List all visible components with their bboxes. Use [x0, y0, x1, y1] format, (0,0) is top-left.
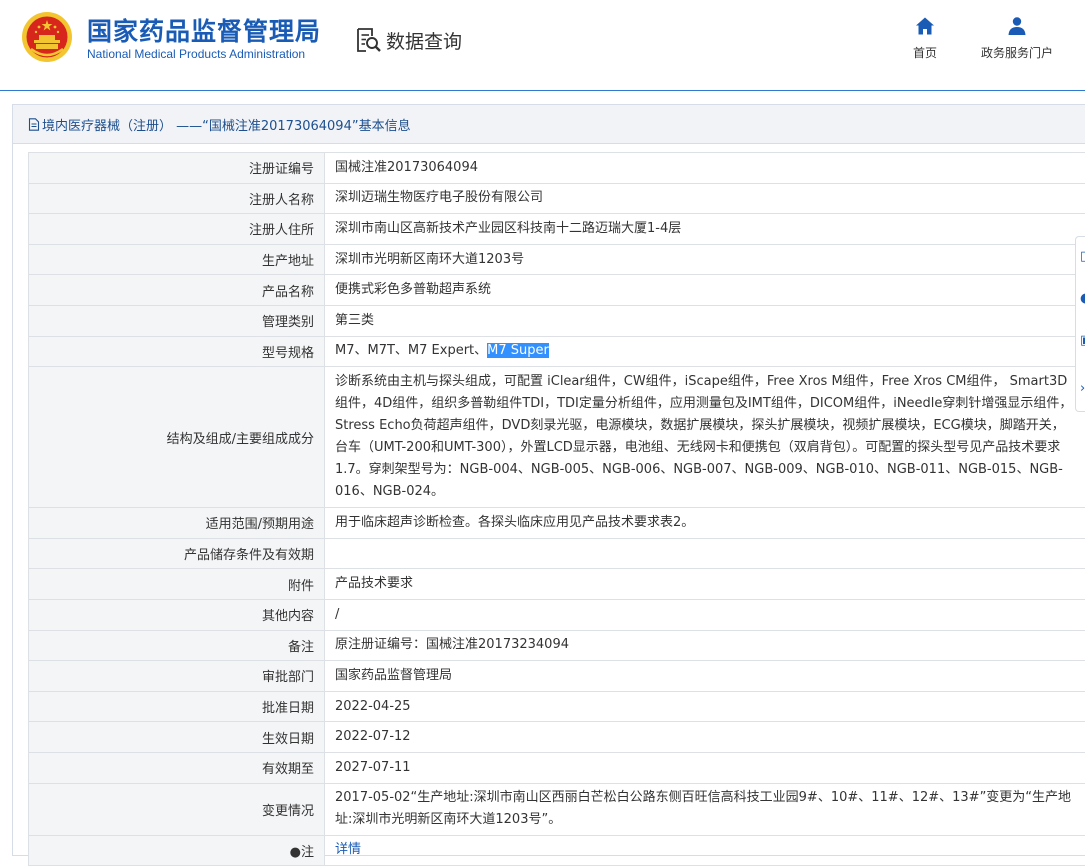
nav-home-label: 首页	[913, 44, 937, 61]
chevron-right-icon[interactable]: ›	[1080, 383, 1085, 395]
row-label: 审批部门	[29, 661, 325, 692]
side-toolbar[interactable]: □ ● ▣ ›	[1075, 236, 1085, 412]
user-icon	[1007, 16, 1027, 36]
table-row: 适用范围/预期用途 用于临床超声诊断检查。各探头临床应用见产品技术要求表2。	[29, 508, 1085, 539]
info-table: 注册证编号 国械注准20173064094 注册人名称 深圳迈瑞生物医疗电子股份…	[28, 152, 1085, 866]
nav-portal-link[interactable]: 政务服务门户	[981, 16, 1053, 61]
table-row: 管理类别 第三类	[29, 305, 1085, 336]
row-label: 生效日期	[29, 722, 325, 753]
note-label: 注	[301, 845, 314, 860]
row-value: M7、M7T、M7 Expert、M7 Super	[325, 336, 1085, 367]
site-title-en[interactable]: National Medical Products Administration	[87, 47, 305, 61]
row-value: 深圳市南山区高新技术产业园区科技南十二路迈瑞大厦1-4层	[325, 214, 1085, 245]
row-value: 诊断系统由主机与探头组成，可配置 iClear组件，CW组件，iScape组件，…	[325, 367, 1085, 508]
national-emblem[interactable]	[21, 11, 73, 63]
row-label: 注册人名称	[29, 183, 325, 214]
row-value: 2022-07-12	[325, 722, 1085, 753]
row-label: 附件	[29, 569, 325, 600]
table-row: 批准日期 2022-04-25	[29, 691, 1085, 722]
nav-home-link[interactable]: 首页	[913, 16, 937, 61]
table-row: 结构及组成/主要组成成分 诊断系统由主机与探头组成，可配置 iClear组件，C…	[29, 367, 1085, 508]
row-label: 适用范围/预期用途	[29, 508, 325, 539]
row-value: 深圳迈瑞生物医疗电子股份有限公司	[325, 183, 1085, 214]
row-label: 管理类别	[29, 305, 325, 336]
print-icon[interactable]: ▣	[1080, 335, 1085, 347]
model-list-text: M7、M7T、M7 Expert、	[335, 343, 487, 358]
row-value: 原注册证编号：国械注准20173234094	[325, 630, 1085, 661]
pin-icon: ●	[290, 845, 301, 860]
row-label: 型号规格	[29, 336, 325, 367]
row-value: 用于临床超声诊断检查。各探头临床应用见产品技术要求表2。	[325, 508, 1085, 539]
table-row: 有效期至 2027-07-11	[29, 752, 1085, 783]
row-value: 深圳市光明新区南环大道1203号	[325, 244, 1085, 275]
table-row: 附件 产品技术要求	[29, 569, 1085, 600]
row-value: 国械注准20173064094	[325, 153, 1085, 184]
row-value: 便携式彩色多普勒超声系统	[325, 275, 1085, 306]
table-row: 产品名称 便携式彩色多普勒超声系统	[29, 275, 1085, 306]
info-icon[interactable]: ●	[1080, 293, 1085, 305]
row-value: 详情	[325, 835, 1085, 866]
row-label: 有效期至	[29, 752, 325, 783]
row-label: 产品储存条件及有效期	[29, 538, 325, 569]
selected-text-highlight[interactable]: M7 Super	[487, 343, 549, 358]
row-value	[325, 538, 1085, 569]
data-query-link[interactable]: 数据查询	[354, 25, 462, 55]
document-icon	[28, 118, 40, 131]
details-link[interactable]: 详情	[335, 842, 361, 857]
table-row: 其他内容 /	[29, 599, 1085, 630]
row-label: 批准日期	[29, 691, 325, 722]
table-row: 审批部门 国家药品监督管理局	[29, 661, 1085, 692]
table-row: 备注 原注册证编号：国械注准20173234094	[29, 630, 1085, 661]
home-icon	[915, 16, 935, 36]
panel-title: 境内医疗器械（注册） ——“国械注准20173064094”基本信息	[42, 115, 411, 134]
row-label: 结构及组成/主要组成成分	[29, 367, 325, 508]
table-row: 注册证编号 国械注准20173064094	[29, 153, 1085, 184]
row-value: 产品技术要求	[325, 569, 1085, 600]
table-row: 注册人住所 深圳市南山区高新技术产业园区科技南十二路迈瑞大厦1-4层	[29, 214, 1085, 245]
table-row: 产品储存条件及有效期	[29, 538, 1085, 569]
table-row: 生产地址 深圳市光明新区南环大道1203号	[29, 244, 1085, 275]
table-row: 注册人名称 深圳迈瑞生物医疗电子股份有限公司	[29, 183, 1085, 214]
table-row: 生效日期 2022-07-12	[29, 722, 1085, 753]
row-label: 注册人住所	[29, 214, 325, 245]
row-label: 备注	[29, 630, 325, 661]
site-title-cn[interactable]: 国家药品监督管理局	[87, 12, 321, 48]
table-row: 变更情况 2017-05-02“生产地址:深圳市南山区西丽白芒松白公路东侧百旺信…	[29, 783, 1085, 835]
detail-panel: 境内医疗器械（注册） ——“国械注准20173064094”基本信息 注册证编号…	[12, 104, 1085, 856]
row-label: 产品名称	[29, 275, 325, 306]
row-value: 2017-05-02“生产地址:深圳市南山区西丽白芒松白公路东侧百旺信高科技工业…	[325, 783, 1085, 835]
row-value: 2022-04-25	[325, 691, 1085, 722]
row-label: 变更情况	[29, 783, 325, 835]
row-value: 国家药品监督管理局	[325, 661, 1085, 692]
row-value: 第三类	[325, 305, 1085, 336]
site-header: 国家药品监督管理局 National Medical Products Admi…	[0, 0, 1085, 91]
row-value: /	[325, 599, 1085, 630]
document-search-icon	[354, 25, 384, 55]
row-label: ●注	[29, 835, 325, 866]
panel-header: 境内医疗器械（注册） ——“国械注准20173064094”基本信息	[13, 105, 1085, 144]
table-row: 型号规格 M7、M7T、M7 Expert、M7 Super	[29, 336, 1085, 367]
data-query-label: 数据查询	[386, 27, 462, 54]
row-label: 注册证编号	[29, 153, 325, 184]
table-row: ●注 详情	[29, 835, 1085, 866]
share-icon[interactable]: □	[1080, 251, 1085, 263]
nav-portal-label: 政务服务门户	[981, 44, 1053, 61]
row-label: 其他内容	[29, 599, 325, 630]
row-label: 生产地址	[29, 244, 325, 275]
row-value: 2027-07-11	[325, 752, 1085, 783]
